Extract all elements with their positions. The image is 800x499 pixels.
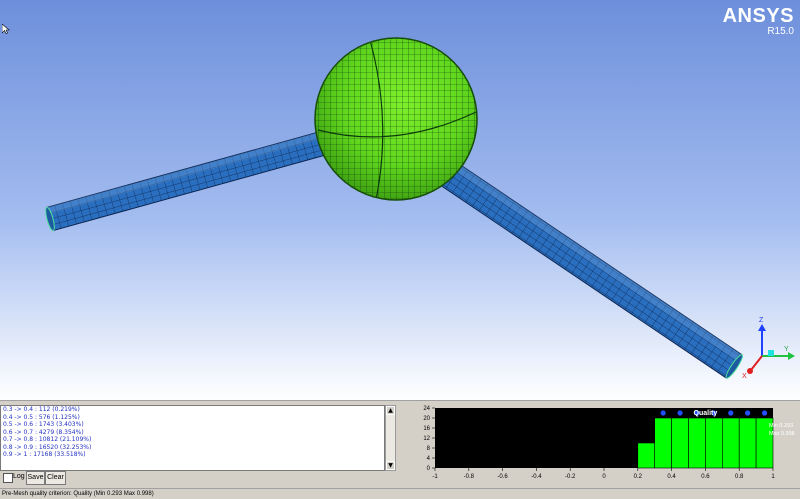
chart-title: Quality <box>694 410 718 417</box>
histogram-marker <box>677 410 683 416</box>
quality-histogram[interactable]: 0 4 8 12 16 20 24 -1 -0.8 -0.6 -0.4 -0.2 0 0.2 0.4 0.6 0… <box>403 405 798 487</box>
log-line: 0.3 -> 0.4 : 112 (0.219%) <box>3 406 80 413</box>
brand-name: ANSYS <box>722 5 794 27</box>
histogram-bar <box>688 417 706 469</box>
x-tick-label: 0.6 <box>701 474 710 480</box>
max-label: Max 0.998 <box>769 431 795 437</box>
x-tick-label: -0.8 <box>464 474 475 480</box>
log-checkbox-label: Log <box>13 473 25 480</box>
log-line: 0.5 -> 0.6 : 1743 (3.403%) <box>3 421 84 428</box>
sphere-body <box>314 37 478 201</box>
axis-y-label: Y <box>784 346 789 353</box>
x-tick-label: 0 <box>602 474 606 480</box>
axis-triad: Z Y X <box>742 317 795 380</box>
min-label: Min 0.293 <box>769 423 793 429</box>
log-line: 0.7 -> 0.8 : 10812 (21.109%) <box>3 436 92 443</box>
log-scrollbar[interactable]: ▲ ▼ <box>385 405 396 471</box>
y-tick-label: 0 <box>427 466 431 472</box>
ansys-logo: ANSYS R15.0 <box>723 6 794 38</box>
mouse-cursor-icon <box>2 24 10 34</box>
save-button[interactable]: Save <box>26 471 45 485</box>
x-tick-label: 0.4 <box>667 474 676 480</box>
y-tick-label: 16 <box>423 426 430 432</box>
left-pipe <box>45 130 329 232</box>
histogram-marker <box>728 410 734 416</box>
histogram-bar <box>637 442 656 469</box>
log-line: 0.6 -> 0.7 : 4279 (8.354%) <box>3 428 84 436</box>
axis-z-label: Z <box>759 317 764 324</box>
histogram-bar <box>671 417 689 469</box>
histogram-marker <box>761 410 768 416</box>
graphics-viewport[interactable]: Z Y X ANSYS R15.0 <box>0 0 800 400</box>
y-tick-label: 4 <box>427 456 431 462</box>
histogram-bar <box>705 417 723 469</box>
scroll-down-icon[interactable]: ▼ <box>386 461 395 470</box>
status-bar: Pre-Mesh quality criterion: Quality (Min… <box>0 488 800 499</box>
right-pipe <box>431 155 744 379</box>
log-line: 0.4 -> 0.5 : 576 (1.125%) <box>3 413 80 421</box>
x-tick-label: 1 <box>771 474 775 480</box>
brand-version: R15.0 <box>767 26 794 37</box>
histogram-bar <box>654 417 672 469</box>
log-checkbox[interactable] <box>3 473 13 483</box>
y-tick-label: 20 <box>423 416 430 422</box>
log-line: 0.8 -> 0.9 : 16520 (32.253%) <box>3 443 92 451</box>
histogram-marker <box>745 410 751 416</box>
x-tick-label: 0.2 <box>634 474 643 480</box>
scroll-up-icon[interactable]: ▲ <box>386 406 395 415</box>
message-panel: 0.3 -> 0.4 : 112 (0.219%) 0.4 -> 0.5 : 5… <box>0 400 800 489</box>
y-tick-label: 12 <box>423 436 430 442</box>
x-tick-label: -0.4 <box>531 474 542 480</box>
histogram-marker <box>660 410 666 416</box>
y-tick-label: 24 <box>423 406 430 412</box>
x-tick-label: 0.8 <box>735 474 744 480</box>
log-line: 0.9 -> 1 : 17168 (33.518%) <box>3 451 86 458</box>
y-tick-label: 8 <box>427 446 431 452</box>
x-tick-label: -0.6 <box>497 474 508 480</box>
x-tick-label: -1 <box>432 474 438 480</box>
histogram-bar <box>721 417 740 469</box>
clear-button[interactable]: Clear <box>45 471 66 485</box>
message-log[interactable]: 0.3 -> 0.4 : 112 (0.219%) 0.4 -> 0.5 : 5… <box>0 405 385 471</box>
mesh-model[interactable]: Z Y X <box>0 0 800 400</box>
histogram-bar <box>738 417 757 469</box>
axis-x-label: X <box>742 373 747 380</box>
x-tick-label: -0.2 <box>565 474 576 480</box>
